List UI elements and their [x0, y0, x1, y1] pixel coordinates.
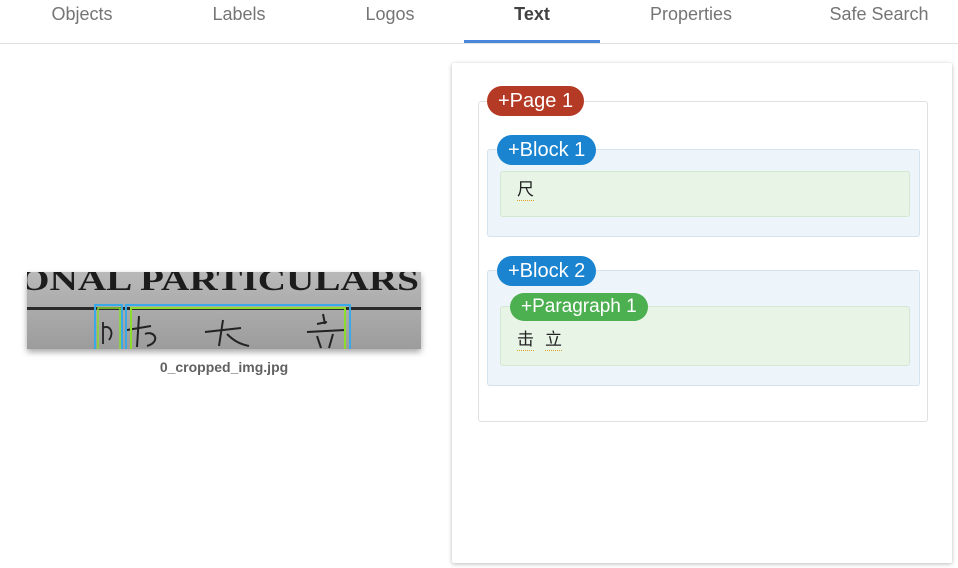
- tab-labels[interactable]: Labels: [193, 0, 285, 43]
- tab-logos[interactable]: Logos: [345, 0, 435, 43]
- active-tab-indicator: [464, 40, 600, 43]
- page-chip[interactable]: +Page 1: [487, 86, 585, 116]
- tab-bar: Objects Labels Logos Text Properties Saf…: [0, 0, 958, 44]
- word[interactable]: 立: [545, 330, 562, 351]
- word[interactable]: 尺: [517, 180, 534, 201]
- text-results-panel: +Page 1 +Block 1 尺 +Block 2 +Paragraph 1…: [452, 63, 952, 563]
- image-filename: 0_cropped_img.jpg: [159, 359, 289, 375]
- tab-properties[interactable]: Properties: [630, 0, 752, 43]
- image-heading-text: ONAL PARTICULARS: [27, 272, 419, 297]
- block-1-chip[interactable]: +Block 1: [497, 135, 597, 165]
- tab-text[interactable]: Text: [464, 0, 600, 43]
- tab-safe-search[interactable]: Safe Search: [812, 0, 946, 43]
- tab-objects[interactable]: Objects: [38, 0, 126, 43]
- block-2-chip[interactable]: +Block 2: [497, 256, 597, 286]
- paragraph-1-chip[interactable]: +Paragraph 1: [510, 293, 648, 321]
- block-1-paragraph: [500, 171, 910, 217]
- analyzed-image[interactable]: ONAL PARTICULARS: [27, 272, 421, 349]
- word[interactable]: 击: [517, 330, 534, 351]
